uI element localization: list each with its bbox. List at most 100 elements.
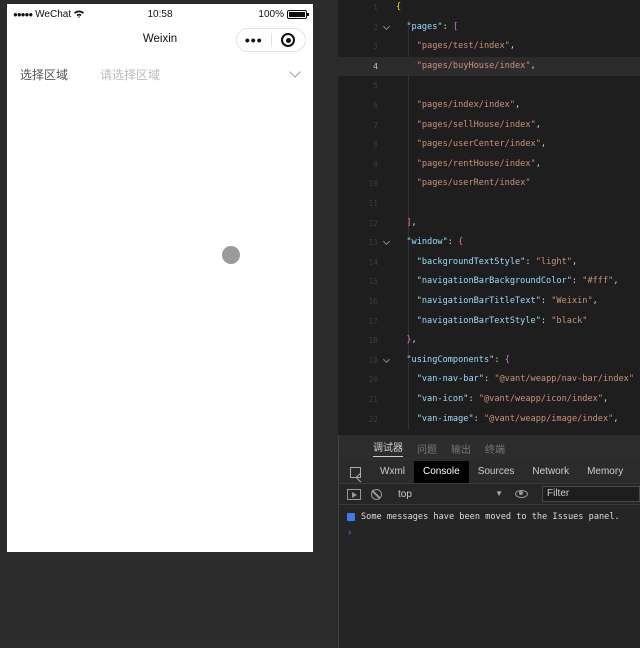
code-line[interactable]: 8 "pages/userCenter/index", bbox=[338, 135, 640, 155]
code-text: { bbox=[396, 2, 402, 12]
line-number: 12 bbox=[368, 218, 378, 228]
line-number: 4 bbox=[373, 61, 378, 71]
code-line[interactable]: 9 "pages/rentHouse/index", bbox=[338, 155, 640, 175]
code-line[interactable]: 15 "navigationBarBackgroundColor": "#fff… bbox=[338, 272, 640, 292]
code-line[interactable]: 3 "pages/test/index", bbox=[338, 37, 640, 57]
line-number: 9 bbox=[373, 159, 378, 169]
line-number: 21 bbox=[368, 395, 378, 404]
devtools-tab-console[interactable]: Console bbox=[414, 461, 469, 483]
devtools-tab-memory[interactable]: Memory bbox=[578, 461, 632, 483]
fold-chevron-icon[interactable] bbox=[383, 357, 391, 365]
code-text: "pages/userCenter/index", bbox=[416, 139, 547, 150]
line-number: 18 bbox=[368, 336, 378, 346]
line-number: 2 bbox=[373, 22, 378, 32]
code-line[interactable]: 12 ], bbox=[338, 214, 640, 234]
console-prompt[interactable]: › bbox=[339, 527, 640, 538]
region-label: 选择区域 bbox=[20, 67, 69, 82]
code-line[interactable]: 21 "van-icon": "@vant/weapp/icon/index", bbox=[338, 390, 640, 410]
line-number: 5 bbox=[373, 81, 378, 91]
code-line[interactable]: 5 bbox=[338, 76, 640, 96]
line-number: 11 bbox=[368, 199, 378, 208]
chevron-down-icon bbox=[289, 66, 301, 78]
fold-chevron-icon[interactable] bbox=[383, 239, 391, 247]
inspect-icon bbox=[349, 466, 361, 478]
console-message-text: Some messages have been moved to the Iss… bbox=[361, 512, 620, 522]
code-line[interactable]: 11 bbox=[338, 194, 640, 214]
code-text: "pages/userRent/index" bbox=[416, 178, 531, 189]
bottom-panel: 调试器 问题 输出 终端 Wxml Console Sources Networ… bbox=[339, 435, 640, 648]
devtools-tab-bar: Wxml Console Sources Network Memory bbox=[339, 461, 640, 483]
line-number: 7 bbox=[373, 120, 378, 130]
caret-down-icon: ▼ bbox=[495, 488, 503, 498]
code-text: "navigationBarBackgroundColor": "#fff", bbox=[416, 276, 619, 287]
line-number: 6 bbox=[373, 101, 378, 110]
code-text: "backgroundTextStyle": "light", bbox=[416, 256, 578, 267]
line-number: 20 bbox=[368, 375, 378, 385]
devtools-tab-network[interactable]: Network bbox=[523, 461, 578, 483]
line-number: 13 bbox=[368, 238, 378, 248]
code-line[interactable]: 18 }, bbox=[338, 331, 640, 351]
region-picker[interactable]: 选择区域 请选择区域 bbox=[7, 54, 313, 94]
line-number: 10 bbox=[368, 179, 378, 189]
code-line[interactable]: 10 "pages/userRent/index" bbox=[338, 174, 640, 194]
code-line[interactable]: 17 "navigationBarTextStyle": "black" bbox=[338, 312, 640, 332]
devtools-tab-wxml[interactable]: Wxml bbox=[371, 461, 414, 483]
close-miniprogram-button[interactable] bbox=[272, 33, 306, 47]
inspect-element-button[interactable] bbox=[339, 466, 371, 478]
info-icon bbox=[347, 513, 355, 521]
target-icon bbox=[281, 33, 296, 47]
line-number: 15 bbox=[368, 277, 378, 287]
line-number: 19 bbox=[368, 355, 378, 365]
context-selector[interactable]: top ▼ bbox=[398, 489, 503, 500]
code-line[interactable]: 7 "pages/sellHouse/index", bbox=[338, 116, 640, 136]
sidebar-toggle-icon[interactable] bbox=[347, 488, 361, 500]
code-line[interactable]: 16 "navigationBarTitleText": "Weixin", bbox=[338, 292, 640, 312]
code-line[interactable]: 2 "pages": [ bbox=[338, 18, 640, 38]
code-text: "navigationBarTextStyle": "black" bbox=[416, 315, 588, 326]
simulator-area: ●●●●● WeChat 10:58 100% Weixin ••• 选择区域 … bbox=[0, 0, 338, 648]
console-message: Some messages have been moved to the Iss… bbox=[339, 509, 640, 525]
tab-output[interactable]: 输出 bbox=[451, 441, 471, 456]
phone-simulator: ●●●●● WeChat 10:58 100% Weixin ••• 选择区域 … bbox=[7, 4, 313, 552]
more-icon[interactable]: ••• bbox=[237, 33, 271, 47]
code-line[interactable]: 14 "backgroundTextStyle": "light", bbox=[338, 253, 640, 273]
code-line[interactable]: 6 "pages/index/index", bbox=[338, 96, 640, 116]
eye-icon[interactable] bbox=[515, 490, 528, 498]
tab-problems[interactable]: 问题 bbox=[417, 441, 437, 456]
line-number: 16 bbox=[368, 297, 378, 306]
context-value: top bbox=[398, 488, 412, 500]
line-number: 22 bbox=[368, 414, 378, 424]
fold-chevron-icon[interactable] bbox=[383, 24, 391, 32]
page-title: Weixin bbox=[142, 33, 178, 45]
line-number: 14 bbox=[368, 257, 378, 267]
nav-bar: Weixin ••• bbox=[7, 24, 313, 54]
code-text: "van-icon": "@vant/weapp/icon/index", bbox=[416, 394, 609, 404]
line-number: 1 bbox=[373, 3, 378, 12]
code-line[interactable]: 20 "van-nav-bar": "@vant/weapp/nav-bar/i… bbox=[338, 370, 640, 390]
code-line[interactable]: 4 "pages/buyHouse/index", bbox=[338, 56, 640, 77]
line-number: 3 bbox=[373, 42, 378, 52]
code-line[interactable]: 19 "usingComponents": { bbox=[338, 351, 640, 371]
devtools-tab-sources[interactable]: Sources bbox=[469, 461, 524, 483]
code-line[interactable]: 1{ bbox=[338, 0, 640, 18]
clear-console-icon[interactable] bbox=[371, 488, 382, 500]
status-bar: ●●●●● WeChat 10:58 100% bbox=[7, 4, 313, 24]
code-editor[interactable]: 1{2 "pages": [3 "pages/test/index", 4 "pa… bbox=[338, 0, 640, 435]
code-text: "pages/test/index", bbox=[416, 41, 516, 52]
tab-debugger[interactable]: 调试器 bbox=[373, 439, 403, 457]
code-text: }, bbox=[406, 335, 417, 346]
code-text: "pages/sellHouse/index", bbox=[416, 119, 541, 130]
menu-capsule: ••• bbox=[236, 28, 306, 52]
touch-cursor bbox=[222, 246, 240, 264]
console-toolbar: top ▼ Filter bbox=[339, 483, 640, 505]
code-text: "van-nav-bar": "@vant/weapp/nav-bar/inde… bbox=[416, 374, 635, 385]
filter-input[interactable]: Filter bbox=[542, 486, 640, 502]
code-text: "pages/buyHouse/index", bbox=[416, 60, 536, 71]
tab-terminal[interactable]: 终端 bbox=[485, 441, 505, 456]
line-number: 8 bbox=[373, 140, 378, 150]
code-line[interactable]: 13 "window": { bbox=[338, 233, 640, 253]
battery-icon bbox=[287, 9, 309, 19]
code-line[interactable]: 22 "van-image": "@vant/weapp/image/index… bbox=[338, 410, 640, 430]
line-number: 17 bbox=[368, 316, 378, 326]
code-text: ], bbox=[406, 217, 417, 228]
